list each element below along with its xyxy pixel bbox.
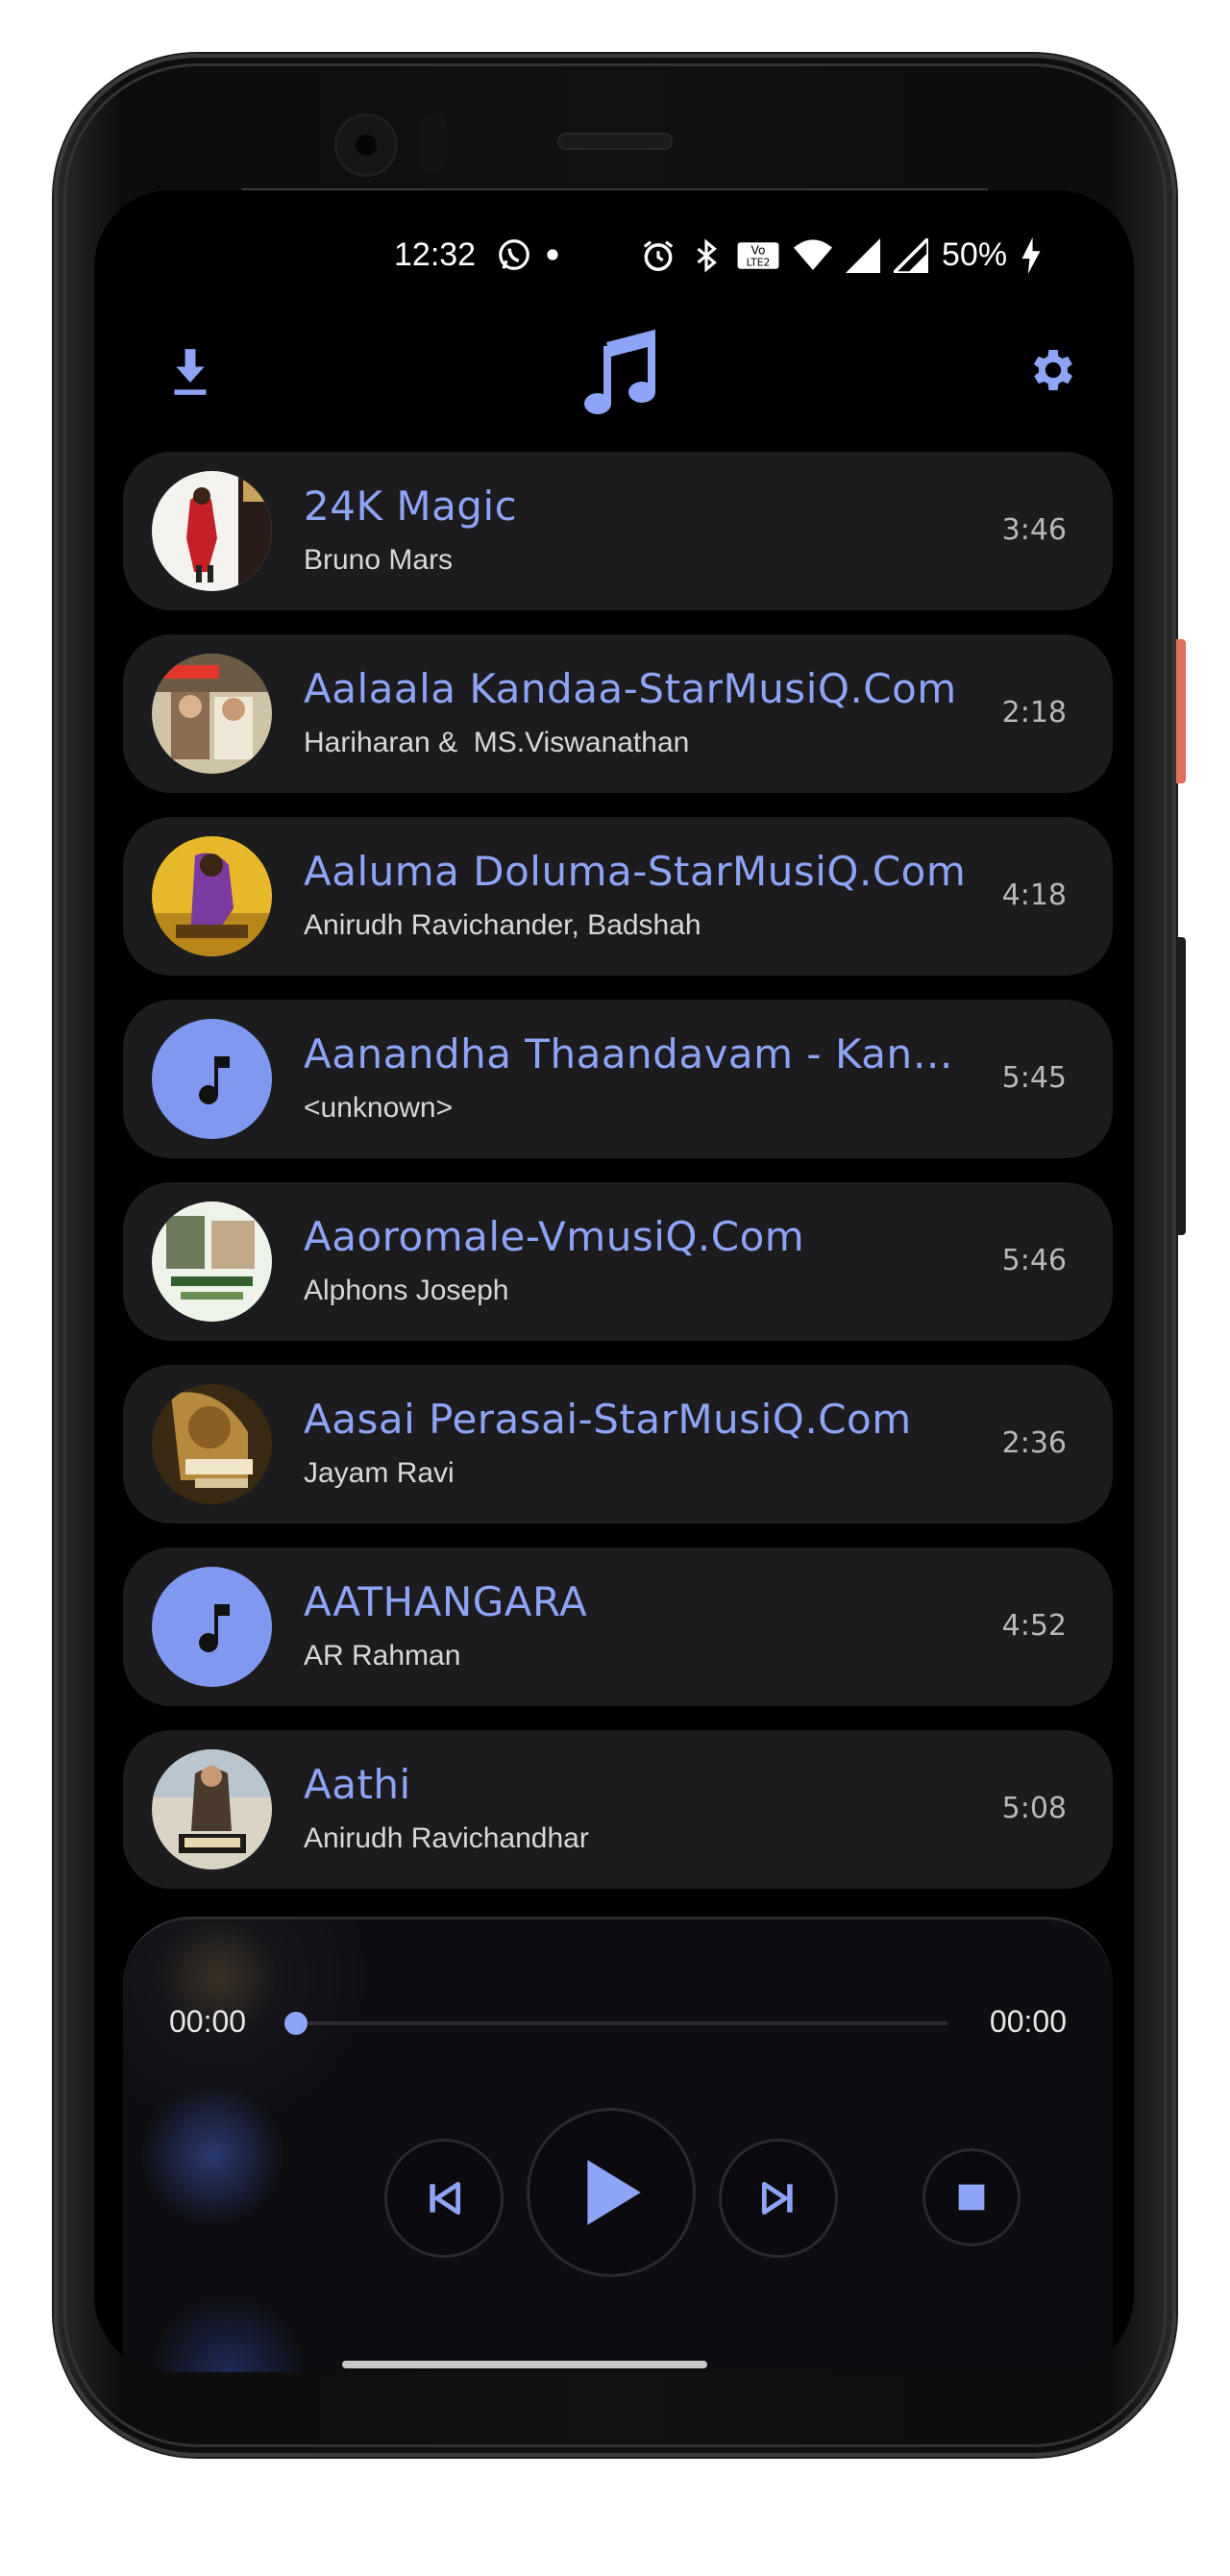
album-art <box>152 836 272 956</box>
song-item[interactable]: Aaluma Doluma-StarMusiQ.Com Anirudh Ravi… <box>123 817 1113 976</box>
download-icon[interactable] <box>169 345 211 399</box>
skip-next-icon <box>761 2181 793 2216</box>
svg-text:LTE2: LTE2 <box>747 256 771 268</box>
status-notification-icons <box>496 236 559 273</box>
song-duration: 3:46 <box>1001 513 1067 547</box>
song-item[interactable]: Aalaala Kandaa-StarMusiQ.Com Hariharan &… <box>123 634 1113 793</box>
album-art-placeholder <box>152 1019 272 1139</box>
song-artist: Hariharan & MS.Viswanathan <box>304 727 690 758</box>
song-title: Aasai Perasai-StarMusiQ.Com <box>304 1396 912 1443</box>
seek-bar[interactable] <box>294 2021 947 2025</box>
current-time: 00:00 <box>169 2004 247 2039</box>
song-artist: Jayam Ravi <box>304 1457 455 1489</box>
song-title: Aanandha Thaandavam - Kanaa... <box>304 1030 976 1077</box>
svg-text:Vo: Vo <box>751 243 766 257</box>
song-artist: <unknown> <box>304 1092 454 1124</box>
song-artist: AR Rahman <box>304 1640 461 1672</box>
settings-icon[interactable] <box>1026 343 1080 397</box>
dot-icon <box>547 249 558 260</box>
whatsapp-icon <box>499 239 529 270</box>
song-artist: Alphons Joseph <box>304 1275 509 1306</box>
album-art-placeholder <box>152 1567 272 1687</box>
album-art <box>152 1749 272 1870</box>
song-artist: Anirudh Ravichander, Badshah <box>304 909 701 941</box>
album-art <box>152 471 272 591</box>
background-blur <box>140 2083 284 2227</box>
music-note-icon <box>198 1055 230 1104</box>
song-artist: Bruno Mars <box>304 544 454 576</box>
earpiece-speaker <box>557 133 673 150</box>
next-button[interactable] <box>719 2139 838 2258</box>
total-time: 00:00 <box>989 2004 1067 2039</box>
player-panel: 00:00 00:00 <box>123 1917 1113 2372</box>
song-title: AATHANGARA <box>304 1578 588 1625</box>
song-title: Aaoromale-VmusiQ.Com <box>304 1213 805 1260</box>
wifi-icon <box>794 238 832 270</box>
play-icon <box>587 2160 641 2225</box>
music-note-icon <box>198 1603 230 1652</box>
bluetooth-icon <box>697 238 717 272</box>
song-item[interactable]: 24K Magic Bruno Mars 3:46 <box>123 452 1113 610</box>
volte-icon: VoLTE2 <box>737 241 779 269</box>
signal-icon <box>846 237 880 273</box>
charging-icon <box>1021 236 1041 274</box>
song-title: Aathi <box>304 1761 411 1808</box>
song-duration: 5:46 <box>1001 1244 1067 1277</box>
app-bar <box>94 320 1134 426</box>
battery-percent: 50% <box>942 236 1008 273</box>
song-duration: 2:18 <box>1001 696 1067 730</box>
song-item[interactable]: Aasai Perasai-StarMusiQ.Com Jayam Ravi 2… <box>123 1365 1113 1523</box>
song-duration: 4:52 <box>1001 1609 1067 1643</box>
stop-button[interactable] <box>922 2148 1021 2246</box>
song-item[interactable]: AATHANGARA AR Rahman 4:52 <box>123 1548 1113 1706</box>
seek-thumb[interactable] <box>284 2012 308 2035</box>
album-art <box>152 1201 272 1322</box>
song-item[interactable]: Aathi Anirudh Ravichandhar 5:08 <box>123 1730 1113 1889</box>
album-art <box>152 654 272 774</box>
song-title: Aalaala Kandaa-StarMusiQ.Com <box>304 665 957 712</box>
song-item[interactable]: Aaoromale-VmusiQ.Com Alphons Joseph 5:46 <box>123 1182 1113 1341</box>
album-art <box>152 1384 272 1504</box>
music-note-icon <box>584 330 655 414</box>
power-button <box>1176 639 1186 783</box>
status-time: 12:32 <box>394 236 477 273</box>
screen: 12:32 Vo LTE2 50% 24K Magic Bruno Mars 3… <box>94 190 1134 2372</box>
status-system-icons: Vo LTE2 50% <box>640 236 1042 274</box>
song-title: Aaluma Doluma-StarMusiQ.Com <box>304 848 967 895</box>
front-camera <box>334 113 398 177</box>
song-duration: 5:45 <box>1001 1061 1067 1095</box>
alarm-icon <box>643 239 674 271</box>
volume-button <box>1176 937 1186 1235</box>
play-button[interactable] <box>527 2108 696 2277</box>
stop-icon <box>958 2184 985 2211</box>
song-duration: 2:36 <box>1001 1426 1067 1460</box>
home-indicator[interactable] <box>342 2361 707 2368</box>
song-duration: 4:18 <box>1001 879 1067 912</box>
previous-button[interactable] <box>384 2139 504 2258</box>
song-artist: Anirudh Ravichandhar <box>304 1822 589 1854</box>
background-blur <box>152 2294 306 2372</box>
signal-icon <box>894 237 928 273</box>
song-duration: 5:08 <box>1001 1792 1067 1825</box>
song-list: 24K Magic Bruno Mars 3:46 Aalaala Kandaa… <box>123 452 1113 1913</box>
status-bar: 12:32 Vo LTE2 50% <box>94 229 1134 286</box>
proximity-sensor <box>419 113 448 173</box>
skip-previous-icon <box>430 2181 461 2216</box>
song-title: 24K Magic <box>304 483 518 530</box>
song-item[interactable]: Aanandha Thaandavam - Kanaa... <unknown>… <box>123 1000 1113 1158</box>
